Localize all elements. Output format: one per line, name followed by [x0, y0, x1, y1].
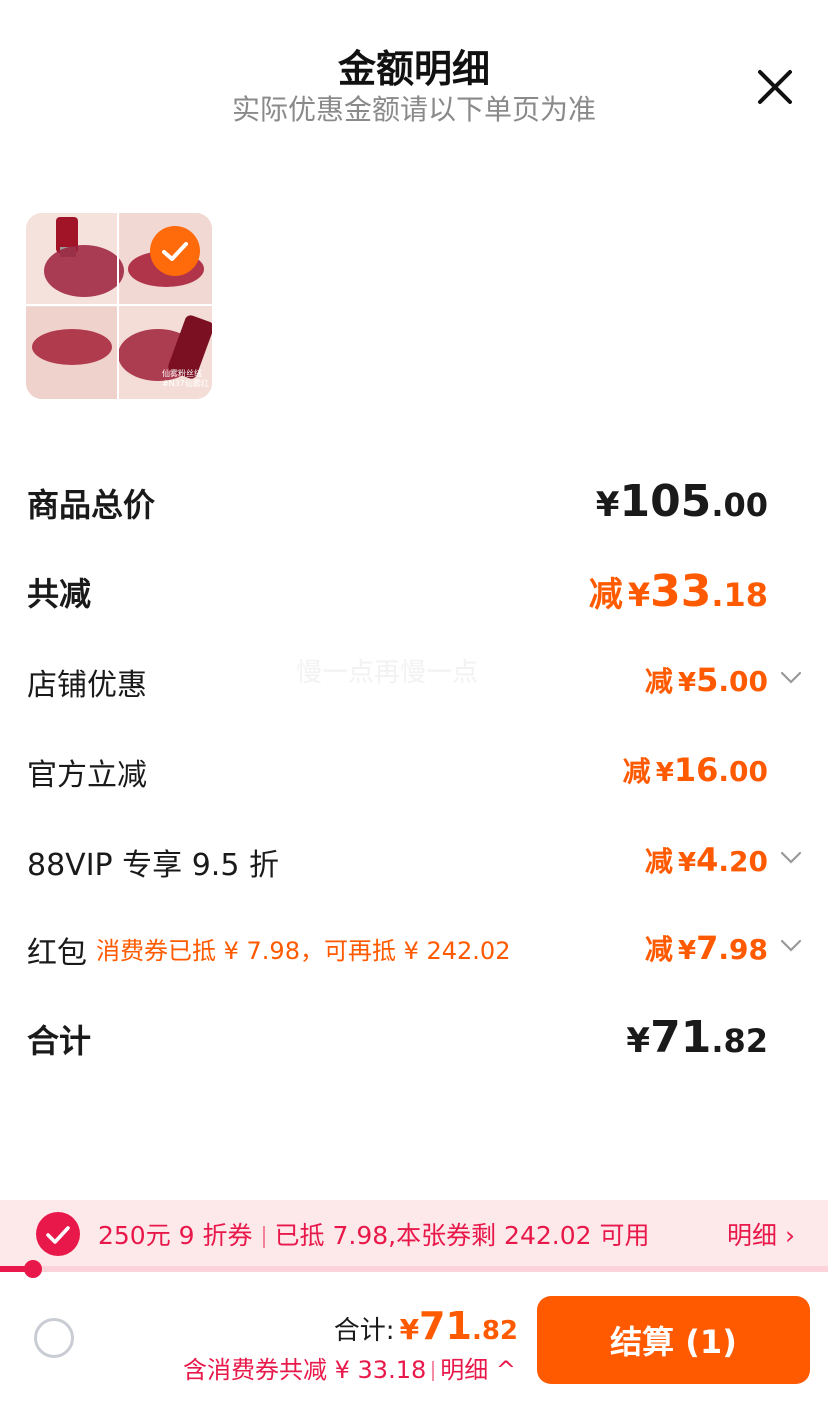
- total-reduction-amount: 减 ¥33.18: [588, 566, 768, 617]
- coupon-progress-knob: [24, 1260, 43, 1278]
- shop-discount-chevron-down-icon[interactable]: [780, 666, 802, 688]
- page-title: 金额明细: [337, 47, 490, 91]
- total-reduction-label: 共减: [27, 575, 92, 613]
- coupon-selected-check-icon[interactable]: [36, 1212, 80, 1256]
- vip-discount-chevron-down-icon[interactable]: [780, 846, 802, 868]
- vip-discount-amount[interactable]: 减 ¥4.20: [645, 840, 768, 880]
- product-selected-check-icon[interactable]: [150, 226, 200, 276]
- official-discount-amount: 减 ¥16.00: [622, 751, 768, 789]
- red-packet-note: 消费券已抵 ¥ 7.98，可再抵 ¥ 242.02: [96, 937, 511, 965]
- coupon-progress-track: [0, 1266, 828, 1272]
- footer-summary-text: 含消费券共减 ¥ 33.18: [183, 1356, 427, 1384]
- grand-total-label: 合计: [27, 1022, 92, 1060]
- coupon-detail-link[interactable]: 明细 ›: [727, 1216, 795, 1252]
- footer-total: 合计: ¥71.82: [333, 1304, 518, 1348]
- page-subtitle: 实际优惠金额请以下单页为准: [231, 93, 596, 126]
- red-packet-amount[interactable]: 减 ¥7.98: [645, 928, 768, 968]
- divider: [262, 1226, 265, 1248]
- thumbnail-caption: 仙雾粉丝绒 #N37仙雾红: [162, 369, 209, 388]
- checkout-button[interactable]: 结算 (1): [537, 1296, 810, 1384]
- subtotal-amount: ¥105.00: [595, 476, 768, 527]
- red-packet-chevron-down-icon[interactable]: [780, 934, 802, 956]
- shop-discount-amount[interactable]: 减 ¥5.00: [645, 660, 768, 700]
- red-packet-label: 红包: [27, 936, 87, 971]
- footer-detail-toggle[interactable]: 明细 ^: [440, 1356, 516, 1384]
- coupon-info: 250元 9 折券 已抵 7.98,本张券剩 242.02 可用: [98, 1216, 649, 1252]
- vip-discount-label: 88VIP 专享 9.5 折: [27, 848, 279, 883]
- select-all-radio[interactable]: [34, 1318, 74, 1358]
- official-discount-label: 官方立减: [27, 758, 147, 793]
- shop-discount-label: 店铺优惠: [27, 668, 147, 703]
- divider: [432, 1361, 435, 1381]
- coupon-name: 250元 9 折券: [98, 1221, 253, 1250]
- footer-summary: 含消费券共减 ¥ 33.18 明细 ^: [183, 1350, 516, 1385]
- watermark-text: 慢一点再慢一点: [296, 658, 479, 688]
- close-icon[interactable]: [752, 64, 798, 110]
- subtotal-label: 商品总价: [27, 486, 156, 524]
- coupon-status: 已抵 7.98,本张券剩 242.02 可用: [274, 1221, 650, 1250]
- grand-total-amount: ¥71.82: [626, 1012, 768, 1063]
